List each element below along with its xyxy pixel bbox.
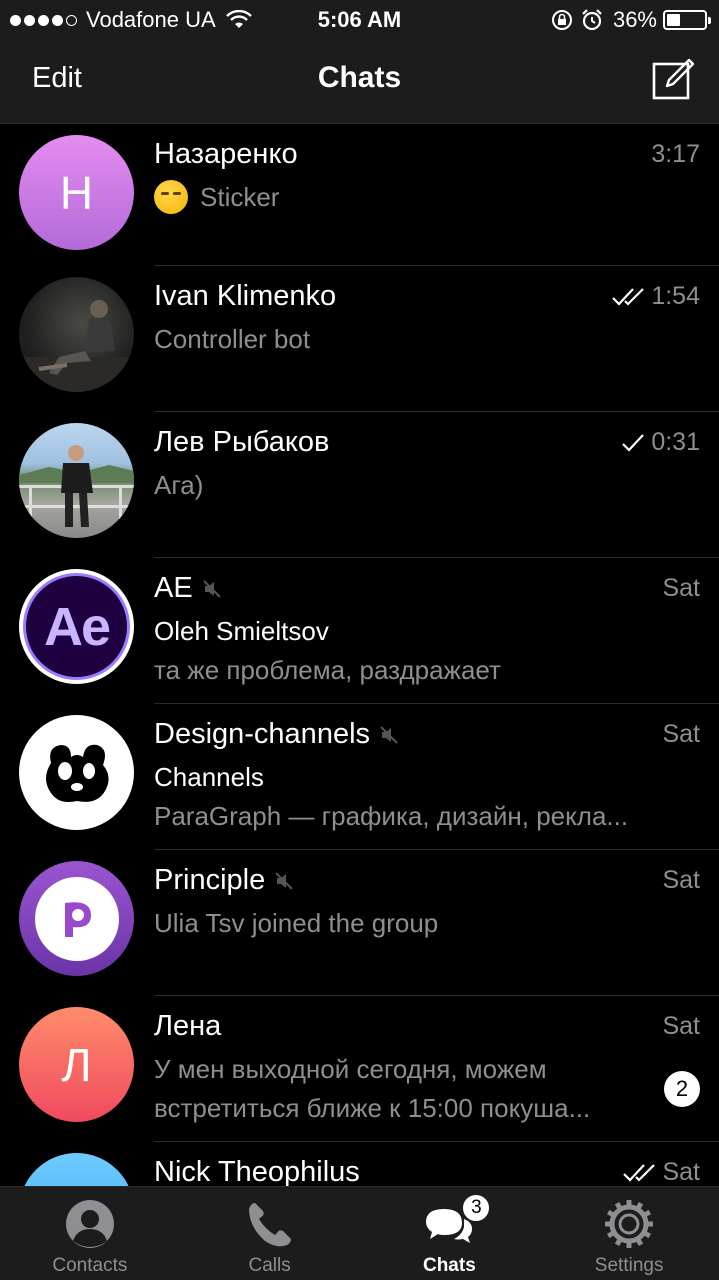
- message-preview: Controller bot: [154, 324, 311, 354]
- tab-label: Calls: [248, 1255, 291, 1276]
- tab-label: Chats: [422, 1255, 476, 1276]
- chat-time: Sat: [662, 1012, 700, 1040]
- message-preview: ParaGraph — графика, дизайн, рекла...: [154, 801, 629, 831]
- avatar: [19, 1153, 134, 1186]
- chat-row[interactable]: Design-channels Sat Channels ParaGraph —…: [0, 704, 719, 850]
- gear-icon: [605, 1200, 654, 1248]
- tab-bar: Contacts Calls 3 Chats Settings: [0, 1186, 719, 1280]
- chat-name: Назаренко: [154, 138, 298, 170]
- compose-icon[interactable]: [651, 56, 697, 102]
- chat-time: 0:31: [621, 428, 700, 457]
- avatar: [19, 423, 134, 538]
- chat-row[interactable]: Principle Sat Ulia Tsv joined the group: [0, 850, 719, 996]
- avatar-initial: Н: [59, 166, 94, 219]
- chat-row[interactable]: Ivan Klimenko 1:54 Controller bot: [0, 266, 719, 412]
- chat-time: Sat: [662, 574, 700, 602]
- avatar: [19, 715, 134, 830]
- contacts-icon: [65, 1200, 114, 1248]
- alarm-icon: [582, 9, 602, 31]
- chat-time: 3:17: [651, 140, 700, 168]
- person-photo-icon: [19, 445, 134, 527]
- page-title: Chats: [317, 61, 402, 94]
- panda-logo-icon: [45, 744, 109, 802]
- telegram-app: Vodafone UA 5:06 AM 36% Edit Chats Н Наз…: [0, 0, 719, 1280]
- battery-percent: 36%: [612, 7, 657, 32]
- message-preview: Sticker: [154, 180, 279, 216]
- tab-calls[interactable]: Calls: [180, 1187, 360, 1280]
- avatar: Н: [19, 135, 134, 250]
- mute-icon: [275, 871, 293, 890]
- unread-badge: 2: [664, 1071, 700, 1107]
- avatar: [19, 861, 134, 976]
- message-preview: Ulia Tsv joined the group: [154, 908, 439, 938]
- chat-name: Principle: [154, 864, 295, 897]
- chat-name: Лев Рыбаков: [154, 426, 330, 458]
- message-preview: Ага): [154, 470, 204, 500]
- double-check-icon: [612, 287, 645, 306]
- rotation-lock-icon: [551, 10, 572, 30]
- status-bar: Vodafone UA 5:06 AM 36%: [0, 0, 719, 40]
- chat-row[interactable]: Н Назаренко 3:17 Sticker: [0, 124, 719, 266]
- chat-time: Sat: [622, 1158, 700, 1186]
- chat-row[interactable]: Ae AE Sat Oleh Smieltsov та же проблема,…: [0, 558, 719, 704]
- chat-name: AE: [154, 572, 223, 605]
- chat-name: Ivan Klimenko: [154, 280, 337, 312]
- chat-list[interactable]: Н Назаренко 3:17 Sticker Ivan Klimenko 1…: [0, 124, 719, 1186]
- check-icon: [622, 433, 645, 452]
- message-preview: У мен выходной сегодня, можем: [154, 1054, 547, 1084]
- navigation-bar: Edit Chats: [0, 40, 719, 124]
- message-sender: Oleh Smieltsov: [154, 616, 329, 646]
- battery-icon: [663, 10, 711, 30]
- tab-settings[interactable]: Settings: [539, 1187, 719, 1280]
- message-preview-continued: встретиться ближе к 15:00 покуша...: [154, 1093, 591, 1123]
- chat-time: Sat: [662, 866, 700, 894]
- principle-logo-icon: [34, 876, 119, 961]
- chat-time: Sat: [662, 720, 700, 748]
- tab-contacts[interactable]: Contacts: [0, 1187, 180, 1280]
- chat-name: Design-channels: [154, 718, 400, 751]
- avatar-initial: Л: [61, 1038, 92, 1091]
- mute-icon: [380, 725, 398, 744]
- avatar: Л: [19, 1007, 134, 1122]
- avatar: Ae: [19, 569, 134, 684]
- chat-name: Nick Theophilus: [154, 1156, 360, 1186]
- tab-label: Settings: [594, 1255, 664, 1276]
- chat-time: 1:54: [611, 282, 700, 311]
- tab-label: Contacts: [52, 1255, 128, 1276]
- after-effects-logo: Ae: [23, 573, 130, 680]
- chat-row[interactable]: Лев Рыбаков 0:31 Ага): [0, 412, 719, 558]
- unamused-face-icon: [154, 180, 188, 215]
- message-sender: Channels: [154, 762, 264, 792]
- chat-row[interactable]: Nick Theophilus Sat: [0, 1142, 719, 1186]
- chat-name: Лена: [154, 1010, 222, 1042]
- mute-icon: [202, 579, 221, 598]
- avatar: [19, 277, 134, 392]
- chats-badge: 3: [461, 1193, 492, 1223]
- double-check-icon: [623, 1163, 656, 1182]
- chat-row[interactable]: Л Лена Sat У мен выходной сегодня, можем…: [0, 996, 719, 1142]
- person-photo-icon: [19, 300, 134, 392]
- tab-chats[interactable]: 3 Chats: [360, 1187, 540, 1280]
- message-preview: та же проблема, раздражает: [154, 655, 501, 685]
- phone-icon: [248, 1203, 291, 1247]
